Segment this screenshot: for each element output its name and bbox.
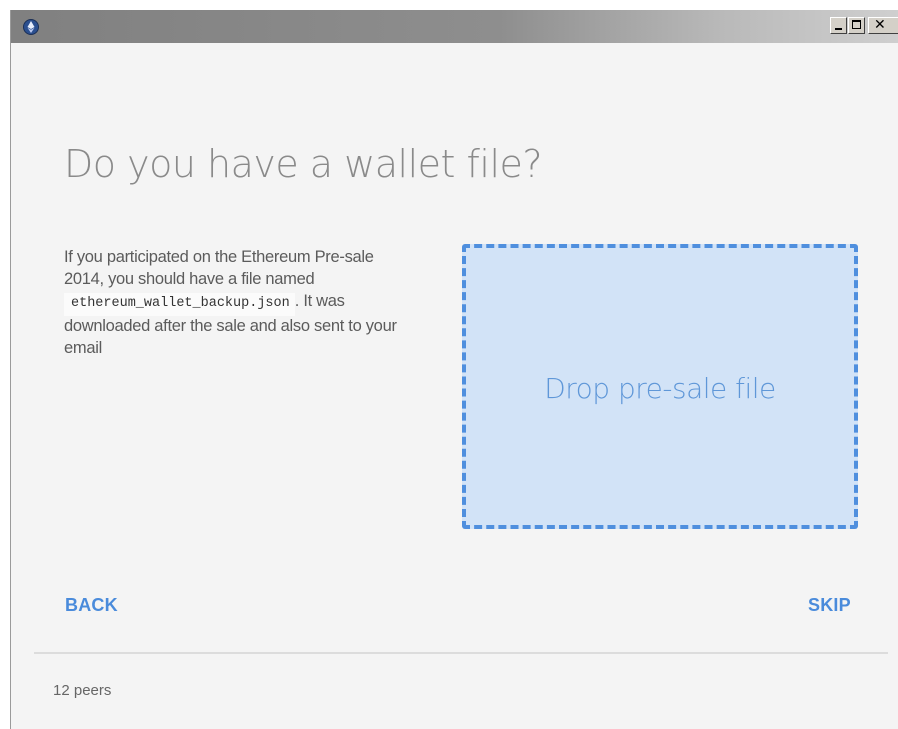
description-intro: If you participated on the Ethereum Pre-… — [64, 248, 374, 288]
maximize-button[interactable] — [848, 17, 865, 34]
minimize-icon — [835, 28, 842, 30]
description-text: If you participated on the Ethereum Pre-… — [64, 246, 409, 359]
back-button[interactable]: BACK — [65, 595, 118, 616]
close-icon: ✕ — [874, 17, 886, 33]
maximize-icon — [852, 20, 861, 29]
presale-file-dropzone[interactable]: Drop pre-sale file — [462, 244, 858, 529]
app-window: ✕ Do you have a wallet file? If you part… — [10, 10, 898, 729]
footer-divider — [34, 652, 888, 654]
close-button[interactable]: ✕ — [868, 17, 898, 34]
title-bar[interactable]: ✕ — [11, 10, 898, 43]
ethereum-icon — [23, 19, 39, 35]
skip-button[interactable]: SKIP — [808, 595, 851, 616]
page-title: Do you have a wallet file? — [64, 142, 543, 186]
wallet-filename: ethereum_wallet_backup.json — [64, 293, 295, 316]
minimize-button[interactable] — [830, 17, 847, 34]
peer-count-status: 12 peers — [53, 682, 112, 699]
dropzone-label: Drop pre-sale file — [544, 372, 776, 405]
